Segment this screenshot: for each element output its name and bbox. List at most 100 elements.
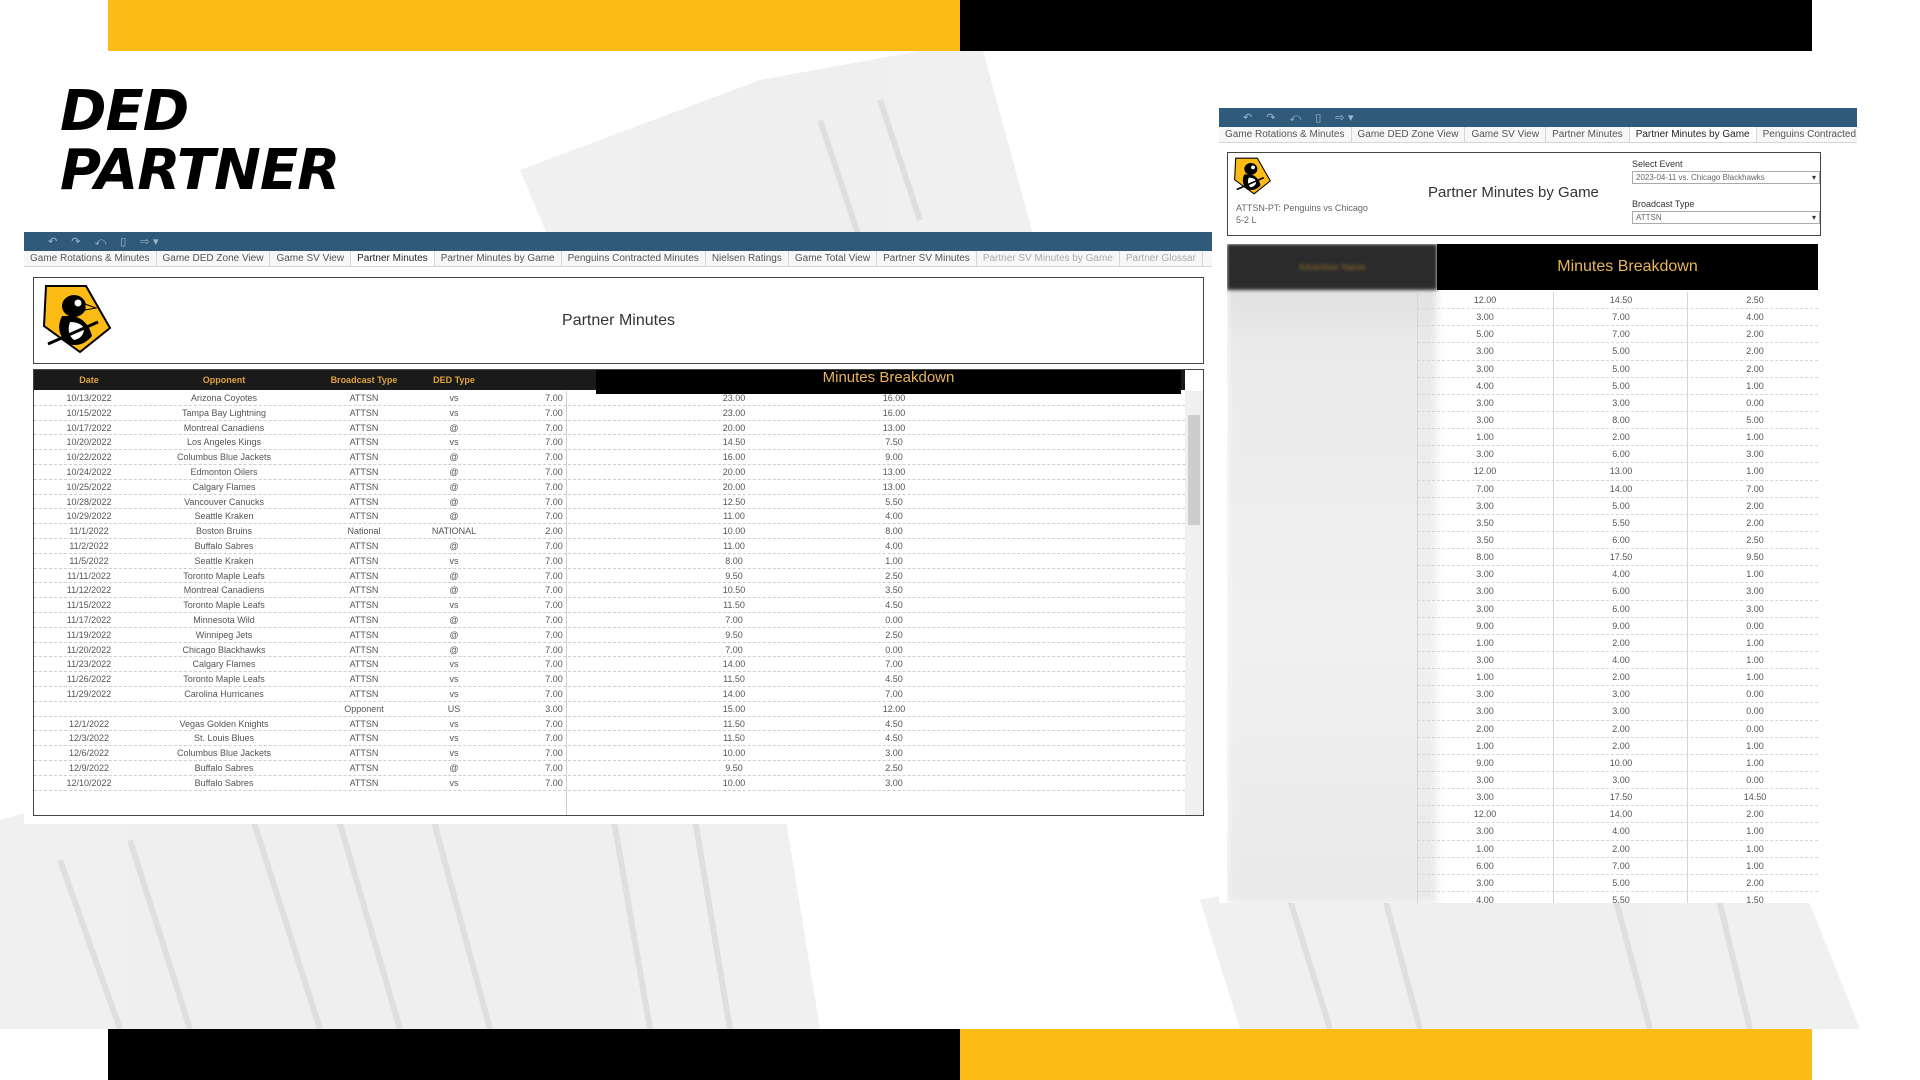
table-row[interactable]: 10/29/2022 Seattle Kraken ATTSN @7.00 11.00 4…	[34, 509, 1185, 525]
table-row[interactable]: 4.00 5.50 1.50	[1417, 892, 1818, 903]
table-row[interactable]: 11/20/2022 Chicago Blackhawks ATTSN @7.00 7.…	[34, 643, 1185, 658]
table-row[interactable]: 10/15/2022 Tampa Bay Lightning ATTSN vs 7.00…	[34, 406, 1185, 421]
tab-partner-minutes-by-game[interactable]: Partner Minutes by Game	[435, 251, 562, 266]
table-row[interactable]: 11/12/2022 Montreal Canadiens ATTSN @7.00 10…	[34, 583, 1185, 599]
tab-partner-minutes[interactable]: Partner Minutes	[351, 251, 435, 266]
table-row[interactable]: 1.00 2.00 1.00	[1417, 841, 1818, 858]
table-row[interactable]: 6.00 7.00 1.00	[1417, 858, 1818, 875]
table-row[interactable]: 3.00 6.00 3.00	[1417, 583, 1818, 601]
tab-partner-sv-minutes[interactable]: Partner SV Minutes	[877, 251, 977, 266]
tab-game-rotations-minutes[interactable]: Game Rotations & Minutes	[24, 251, 157, 266]
table-row[interactable]: 11/1/2022 Boston Bruins National NATIONAL 2.…	[34, 524, 1185, 539]
table-row[interactable]: 10/17/2022 Montreal Canadiens ATTSN @7.00 20…	[34, 421, 1185, 436]
table-row[interactable]: 12/1/2022 Vegas Golden Knights ATTSN vs 7.00…	[34, 717, 1185, 732]
table-row[interactable]: 3.00 3.00 0.00	[1417, 703, 1818, 721]
column-header-date[interactable]: Date	[54, 375, 124, 385]
table-row[interactable]: 7.00 14.00 7.00	[1417, 481, 1818, 498]
share-icon[interactable]: ⇨ ▾	[1335, 112, 1353, 123]
table-row[interactable]: 1.00 2.00 1.00	[1417, 669, 1818, 687]
table-row[interactable]: 11/26/2022 Toronto Maple Leafs ATTSN vs 7.00…	[34, 672, 1185, 687]
table-row[interactable]: 3.00 5.00 2.00	[1417, 498, 1818, 515]
vertical-scrollbar[interactable]	[1185, 391, 1203, 815]
table-row[interactable]: Opponent US 3.00 15.00 12.00	[34, 702, 1185, 717]
undo-icon[interactable]: ↶	[1243, 112, 1252, 123]
tab-partner-minutes-by-game[interactable]: Partner Minutes by Game	[1629, 127, 1757, 142]
tab-game-total-view[interactable]: Game Total View	[789, 251, 878, 266]
table-row[interactable]: 3.00 6.00 3.00	[1417, 446, 1818, 464]
revert-icon[interactable]: ⤺	[1289, 112, 1301, 123]
table-row[interactable]: 3.00 3.00 0.00	[1417, 772, 1818, 790]
tab-nielsen-ratings[interactable]: Nielsen Ratings	[706, 251, 789, 266]
table-row[interactable]: 3.00 6.00 3.00	[1417, 601, 1818, 618]
table-row[interactable]: 10/28/2022 Vancouver Canucks ATTSN @7.00 12.…	[34, 495, 1185, 510]
table-row[interactable]: 1.00 2.00 1.00	[1417, 429, 1818, 447]
table-row[interactable]: 10/25/2022 Calgary Flames ATTSN @7.00 20.00 1…	[34, 480, 1185, 495]
table-row[interactable]: 3.00 5.00 2.00	[1417, 875, 1818, 892]
broadcast-type-dropdown[interactable]: ATTSN ▾	[1632, 211, 1820, 224]
table-row[interactable]: 3.00 4.00 1.00	[1417, 566, 1818, 584]
tab-game-ded-zone-view[interactable]: Game DED Zone View	[1352, 127, 1466, 142]
select-event-dropdown[interactable]: 2023-04-11 vs. Chicago Blackhawks ▾	[1632, 171, 1820, 184]
table-row[interactable]: 3.00 8.00 5.00	[1417, 412, 1818, 430]
table-row[interactable]: 10/22/2022 Columbus Blue Jackets ATTSN @7.0…	[34, 450, 1185, 465]
table-row[interactable]: 12.00 14.00 2.00	[1417, 806, 1818, 824]
redo-icon[interactable]: ↷	[1266, 112, 1275, 123]
table-row[interactable]: 12/3/2022 St. Louis Blues ATTSN vs 7.00 11.50…	[34, 731, 1185, 747]
column-header-opponent[interactable]: Opponent	[154, 375, 294, 385]
table-row[interactable]: 11/2/2022 Buffalo Sabres ATTSN @7.00 11.00 4.…	[34, 539, 1185, 554]
table-row[interactable]: 11/11/2022 Toronto Maple Leafs ATTSN @7.00 9…	[34, 569, 1185, 584]
tab-penguins-contracted[interactable]: Penguins Contracted	[1757, 127, 1857, 142]
column-header-broadcast-type[interactable]: Broadcast Type	[314, 375, 414, 385]
pause-updates-icon[interactable]: ▯	[1315, 112, 1321, 123]
tab-partner-sv-minutes-by-game[interactable]: Partner SV Minutes by Game	[977, 251, 1120, 266]
ded-type-cell: @	[449, 614, 459, 625]
table-row[interactable]: 8.00 17.50 9.50	[1417, 549, 1818, 567]
table-row[interactable]: 3.00 4.00 1.00	[1417, 823, 1818, 841]
table-row[interactable]: 12/10/2022 Buffalo Sabres ATTSN vs 7.00 10.00…	[34, 776, 1185, 791]
revert-icon[interactable]: ⤺	[94, 236, 106, 247]
undo-icon[interactable]: ↶	[48, 236, 57, 247]
table-row[interactable]: 3.00 3.00 0.00	[1417, 395, 1818, 412]
table-row[interactable]: 3.00 5.00 2.00	[1417, 361, 1818, 378]
table-row[interactable]: 9.00 10.00 1.00	[1417, 755, 1818, 772]
table-row[interactable]: 4.00 5.00 1.00	[1417, 378, 1818, 395]
table-row[interactable]: 11/29/2022 Carolina Hurricanes ATTSN vs 7.00…	[34, 687, 1185, 702]
table-row[interactable]: 3.00 7.00 4.00	[1417, 309, 1818, 327]
table-row[interactable]: 2.00 2.00 0.00	[1417, 721, 1818, 738]
tab-partner-minutes[interactable]: Partner Minutes	[1546, 127, 1630, 142]
tab-game-ded-zone-view[interactable]: Game DED Zone View	[157, 251, 271, 266]
table-row[interactable]: 3.00 3.00 0.00	[1417, 686, 1818, 704]
difference-cell: 2.50	[885, 570, 903, 581]
table-row[interactable]: 1.00 2.00 1.00	[1417, 738, 1818, 755]
tab-game-sv-view[interactable]: Game SV View	[1465, 127, 1547, 142]
table-row[interactable]: 1.00 2.00 1.00	[1417, 635, 1818, 652]
table-row[interactable]: 11/15/2022 Toronto Maple Leafs ATTSN vs 7.00…	[34, 598, 1185, 613]
table-row[interactable]: 3.00 5.00 2.00	[1417, 343, 1818, 361]
share-icon[interactable]: ⇨ ▾	[140, 236, 158, 247]
tab-game-sv-view[interactable]: Game SV View	[270, 251, 352, 266]
table-row[interactable]: 10/20/2022 Los Angeles Kings ATTSN vs 7.00 14…	[34, 435, 1185, 451]
column-header-ded-type[interactable]: DED Type	[414, 375, 494, 385]
table-row[interactable]: 5.00 7.00 2.00	[1417, 326, 1818, 344]
table-row[interactable]: 3.50 6.00 2.50	[1417, 532, 1818, 550]
table-row[interactable]: 3.00 17.50 14.50	[1417, 789, 1818, 807]
table-row[interactable]: 10/24/2022 Edmonton Oilers ATTSN @7.00 20.00…	[34, 465, 1185, 480]
scrollbar-thumb[interactable]	[1188, 415, 1200, 525]
table-row[interactable]: 11/5/2022 Seattle Kraken ATTSN vs 7.00 8.00 1.…	[34, 554, 1185, 569]
table-row[interactable]: 12/6/2022 Columbus Blue Jackets ATTSN vs 7.0…	[34, 746, 1185, 761]
redo-icon[interactable]: ↷	[71, 236, 80, 247]
tab-partner-glossar[interactable]: Partner Glossar	[1120, 251, 1203, 266]
table-row[interactable]: 11/23/2022 Calgary Flames ATTSN vs 7.00 14.00…	[34, 657, 1185, 673]
table-row[interactable]: 11/17/2022 Minnesota Wild ATTSN @7.00 7.00 0.…	[34, 613, 1185, 628]
pause-updates-icon[interactable]: ▯	[120, 236, 126, 247]
table-row[interactable]: 12.00 14.50 2.50	[1417, 292, 1818, 310]
table-row[interactable]: 11/19/2022 Winnipeg Jets ATTSN @7.00 9.50 2.5…	[34, 628, 1185, 643]
tab-game-rotations-minutes[interactable]: Game Rotations & Minutes	[1219, 127, 1352, 142]
tab-penguins-contracted-minutes[interactable]: Penguins Contracted Minutes	[562, 251, 706, 266]
table-row[interactable]: 12.00 13.00 1.00	[1417, 463, 1818, 481]
table-row[interactable]: 3.50 5.50 2.00	[1417, 515, 1818, 532]
table-row[interactable]: 3.00 4.00 1.00	[1417, 652, 1818, 670]
table-row[interactable]: 9.00 9.00 0.00	[1417, 618, 1818, 635]
table-row[interactable]: 10/13/2022 Arizona Coyotes ATTSN vs 7.00 23.0…	[34, 391, 1185, 406]
table-row[interactable]: 12/9/2022 Buffalo Sabres ATTSN @7.00 9.50 2.5…	[34, 761, 1185, 776]
